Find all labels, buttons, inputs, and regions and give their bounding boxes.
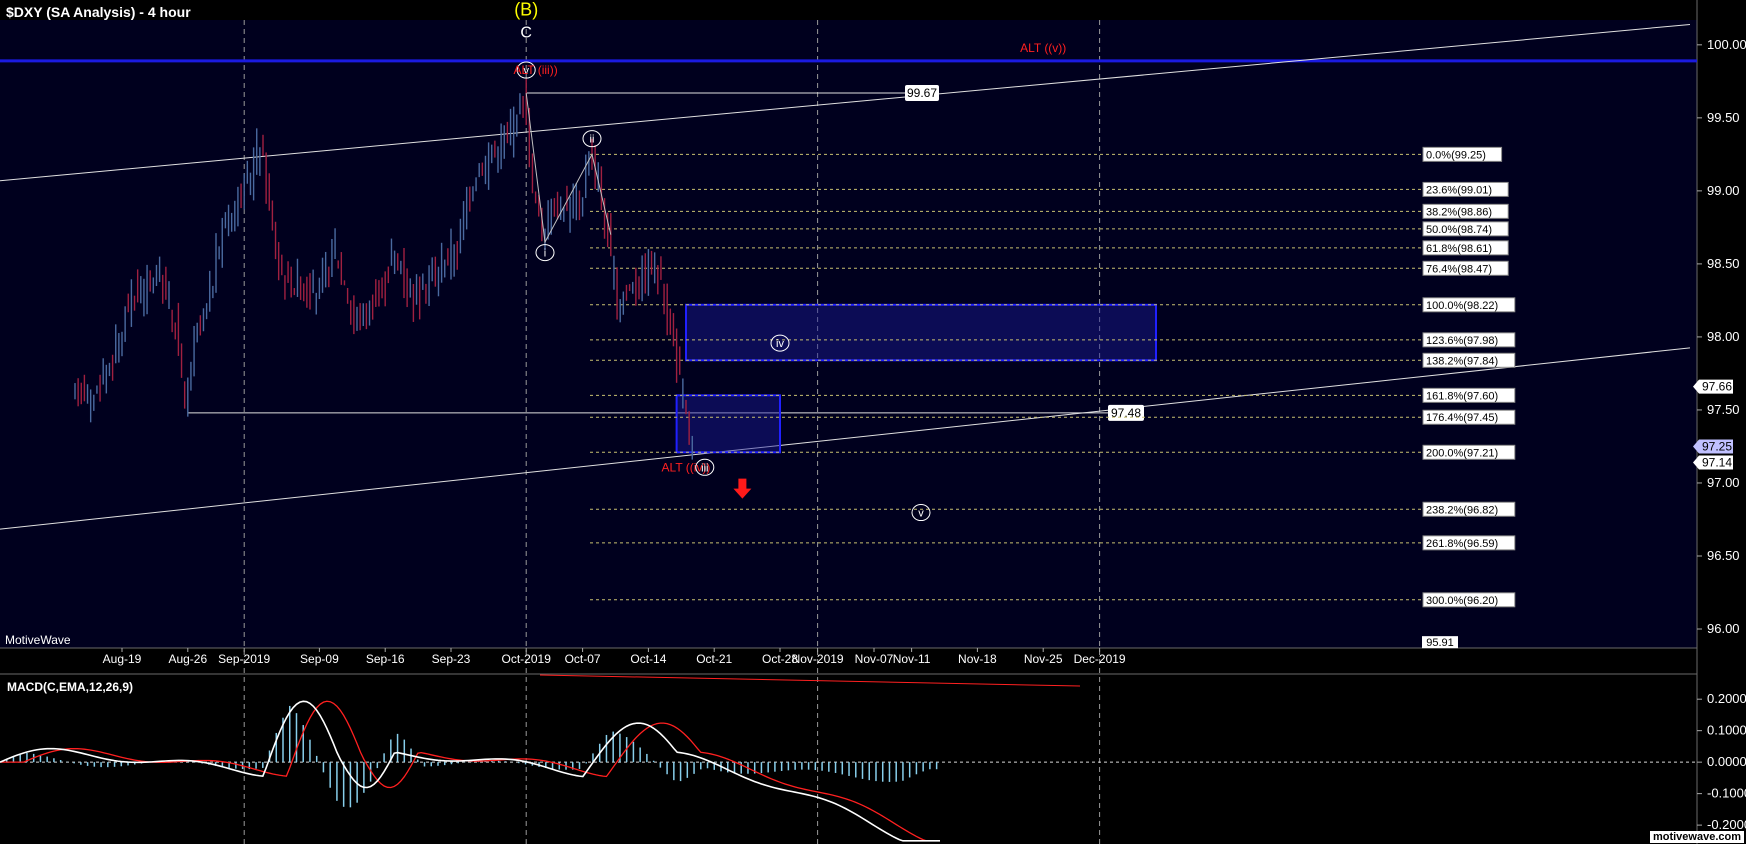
x-tick-label: Aug-19	[103, 652, 142, 666]
low-level-label: 97.48	[1111, 406, 1141, 420]
wave-label: v	[918, 508, 924, 520]
x-tick-label: Nov-18	[958, 652, 997, 666]
x-tick-label: Nov-07	[855, 652, 894, 666]
fib-label: 123.6%(97.98)	[1426, 335, 1498, 347]
x-tick-label: Sep-2019	[218, 652, 270, 666]
fib-label: 161.8%(97.60)	[1426, 390, 1498, 402]
fib-label: 200.0%(97.21)	[1426, 447, 1498, 459]
wave-label: ALT ((v))	[1020, 41, 1066, 55]
watermark: MotiveWave	[5, 633, 71, 647]
price-tag-label: 97.25	[1702, 439, 1732, 453]
macd-y-tick-label: 0.2000	[1707, 691, 1746, 706]
wave-label: iii	[701, 462, 708, 474]
x-tick-label: Oct-14	[630, 652, 666, 666]
macd-y-tick-label: 0.1000	[1707, 723, 1746, 738]
y-tick-label: 97.50	[1707, 402, 1740, 417]
chart-canvas[interactable]: 100.00 99.50 99.00 98.50 98.00 97.50 97.00 96.5…	[0, 0, 1746, 844]
fib-label: 300.0%(96.20)	[1426, 595, 1498, 607]
macd-plot-bg	[0, 674, 1697, 844]
x-tick-label: Nov-25	[1024, 652, 1063, 666]
x-tick-label: Dec-2019	[1074, 652, 1126, 666]
wave-label: C	[520, 25, 532, 42]
fib-label: 261.8%(96.59)	[1426, 538, 1498, 550]
x-tick-label: Oct-07	[565, 652, 601, 666]
fib-label: 38.2%(98.86)	[1426, 206, 1492, 218]
macd-title: MACD(C,EMA,12,26,9)	[7, 680, 134, 694]
x-tick-label: Aug-26	[168, 652, 207, 666]
chart-window: 100.00 99.50 99.00 98.50 98.00 97.50 97.00 96.5…	[0, 0, 1746, 844]
wave-label: iv	[776, 338, 784, 350]
price-tag-label: 97.14	[1702, 456, 1732, 470]
macd-y-tick-label: 0.0000	[1707, 754, 1746, 769]
fib-label: 100.0%(98.22)	[1426, 300, 1498, 312]
x-tick-label: Nov-11	[893, 652, 931, 666]
y-tick-label: 99.00	[1707, 183, 1740, 198]
wave-label: ALT (iii))	[513, 63, 557, 77]
x-tick-label: Sep-23	[432, 652, 471, 666]
y-tick-label: 99.50	[1707, 110, 1740, 125]
x-tick-label: Sep-16	[366, 652, 405, 666]
macd-y-tick-label: -0.2000	[1707, 817, 1746, 832]
fib-label: 23.6%(99.01)	[1426, 184, 1492, 196]
fib-label: 176.4%(97.45)	[1426, 412, 1498, 424]
y-tick-label: 100.00	[1707, 37, 1746, 52]
y-tick-label: 98.00	[1707, 329, 1740, 344]
y-tick-label: 97.00	[1707, 475, 1740, 490]
fib-label: 95.91	[1426, 637, 1454, 649]
fib-label: 0.0%(99.25)	[1426, 149, 1486, 161]
y-tick-label: 98.50	[1707, 256, 1740, 271]
x-tick-label: Oct-2019	[502, 652, 552, 666]
wave-label: ii	[590, 134, 595, 146]
fib-label: 238.2%(96.82)	[1426, 504, 1498, 516]
x-tick-label: Nov-2019	[792, 652, 844, 666]
fib-label: 61.8%(98.61)	[1426, 243, 1492, 255]
fib-label: 50.0%(98.74)	[1426, 224, 1492, 236]
macd-y-tick-label: -0.1000	[1707, 786, 1746, 801]
y-tick-label: 96.00	[1707, 621, 1740, 636]
y-tick-label: 96.50	[1707, 548, 1740, 563]
wave-label: (B)	[514, 0, 538, 20]
chart-title: $DXY (SA Analysis) - 4 hour	[6, 4, 191, 20]
target-zone-iv	[685, 303, 1157, 362]
price-tag-label: 97.66	[1702, 380, 1732, 394]
high-level-label: 99.67	[907, 86, 937, 100]
x-tick-label: Sep-09	[300, 652, 339, 666]
x-tick-label: Oct-21	[696, 652, 732, 666]
fib-label: 76.4%(98.47)	[1426, 263, 1492, 275]
fib-label: 138.2%(97.84)	[1426, 355, 1498, 367]
motivewave-logo[interactable]: motivewave.com	[1649, 831, 1744, 843]
wave-label: i	[544, 248, 546, 260]
